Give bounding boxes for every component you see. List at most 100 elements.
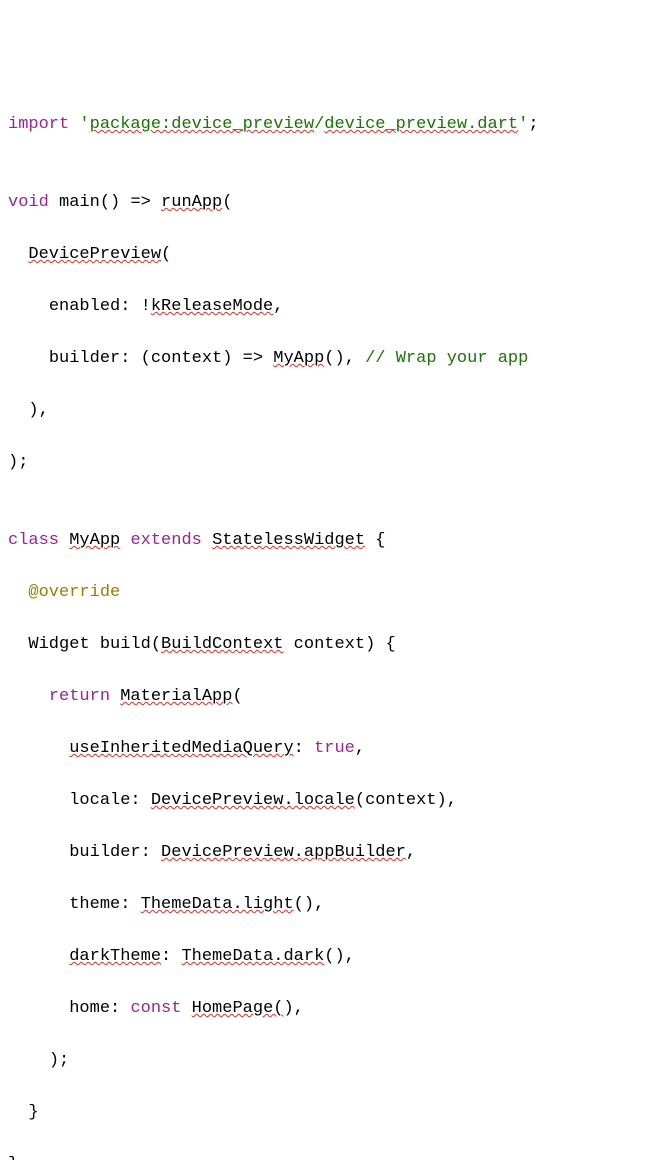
space	[69, 115, 79, 134]
keyword-import: import	[8, 115, 69, 134]
indent	[8, 401, 28, 420]
identifier-devicepreview: DevicePreview	[28, 245, 161, 264]
close-paren: ),	[28, 401, 48, 420]
parens: ()	[100, 193, 120, 212]
space	[202, 531, 212, 550]
space	[49, 193, 59, 212]
code-line-20: );	[8, 1048, 661, 1074]
comment: // Wrap your app	[365, 349, 528, 368]
keyword-void: void	[8, 193, 49, 212]
code-line-6: builder: (context) => MyApp(), // Wrap y…	[8, 346, 661, 372]
indent	[8, 947, 69, 966]
code-block: import 'package:device_preview/device_pr…	[8, 112, 661, 1160]
indent	[8, 245, 28, 264]
param-context: context)	[294, 635, 376, 654]
identifier-myapp: MyApp	[69, 531, 120, 550]
indent	[8, 895, 69, 914]
space	[365, 531, 375, 550]
keyword-extends: extends	[130, 531, 201, 550]
identifier-devicepreview-appbuilder: DevicePreview.appBuilder	[161, 843, 406, 862]
brace-close: }	[8, 1155, 18, 1160]
param-enabled: enabled:	[49, 297, 131, 316]
identifier-runapp: runApp	[161, 193, 222, 212]
indent	[8, 1103, 28, 1122]
annotation-override: @override	[28, 583, 120, 602]
code-line-1: import 'package:device_preview/device_pr…	[8, 112, 661, 138]
code-line-16: builder: DevicePreview.appBuilder,	[8, 840, 661, 866]
brace-open: {	[386, 635, 396, 654]
indent	[8, 999, 69, 1018]
bang: !	[141, 297, 151, 316]
identifier-themedata-light: ThemeData.light	[141, 895, 294, 914]
space	[59, 531, 69, 550]
param-builder: builder:	[49, 349, 131, 368]
code-line-13: return MaterialApp(	[8, 684, 661, 710]
identifier-main: main	[59, 193, 100, 212]
code-line-5: enabled: !kReleaseMode,	[8, 294, 661, 320]
brace-close: }	[28, 1103, 38, 1122]
brace-open: {	[375, 531, 385, 550]
code-line-12: Widget build(BuildContext context) {	[8, 632, 661, 658]
space	[120, 999, 130, 1018]
type-buildcontext: BuildContext	[161, 635, 283, 654]
code-line-22: }	[8, 1152, 661, 1160]
space	[304, 739, 314, 758]
space	[90, 635, 100, 654]
code-line-19: home: const HomePage(),	[8, 996, 661, 1022]
call: (context),	[355, 791, 457, 810]
close: ),	[283, 999, 303, 1018]
indent	[8, 687, 49, 706]
indent	[8, 843, 69, 862]
code-line-8: );	[8, 450, 661, 476]
code-line-18: darkTheme: ThemeData.dark(),	[8, 944, 661, 970]
indent	[8, 349, 49, 368]
open-paren: (	[222, 193, 232, 212]
comma: ,	[406, 843, 416, 862]
space	[232, 349, 242, 368]
code-line-4: DevicePreview(	[8, 242, 661, 268]
param-darktheme: darkTheme	[69, 947, 161, 966]
space	[130, 349, 140, 368]
space	[181, 999, 191, 1018]
indent	[8, 1051, 49, 1070]
call: (),	[324, 947, 355, 966]
keyword-return: return	[49, 687, 110, 706]
space	[141, 791, 151, 810]
identifier-themedata-dark: ThemeData.dark	[181, 947, 324, 966]
space	[171, 947, 181, 966]
param-builder: builder:	[69, 843, 151, 862]
code-line-7: ),	[8, 398, 661, 424]
literal-true: true	[314, 739, 355, 758]
code-line-17: theme: ThemeData.light(),	[8, 892, 661, 918]
string-slash: /	[314, 115, 324, 134]
string-quote: '	[79, 115, 89, 134]
space	[355, 349, 365, 368]
space	[110, 687, 120, 706]
arrow: =>	[243, 349, 263, 368]
space	[151, 843, 161, 862]
call: (),	[294, 895, 325, 914]
string-package-part2: device_preview.dart	[324, 115, 518, 134]
arrow: =>	[130, 193, 150, 212]
space	[151, 193, 161, 212]
code-line-14: useInheritedMediaQuery: true,	[8, 736, 661, 762]
code-line-3: void main() => runApp(	[8, 190, 661, 216]
indent	[8, 297, 49, 316]
identifier-homepage: HomePage(	[192, 999, 284, 1018]
indent	[8, 583, 28, 602]
space	[120, 193, 130, 212]
keyword-const: const	[130, 999, 181, 1018]
space	[283, 635, 293, 654]
method-build: build(	[100, 635, 161, 654]
string-quote: '	[518, 115, 528, 134]
call-comma: (),	[324, 349, 355, 368]
space	[120, 531, 130, 550]
comma: ,	[273, 297, 283, 316]
close-paren-semi: );	[8, 453, 28, 472]
code-line-11: @override	[8, 580, 661, 606]
comma: ,	[355, 739, 365, 758]
space	[130, 895, 140, 914]
type-widget: Widget	[28, 635, 89, 654]
code-line-10: class MyApp extends StatelessWidget {	[8, 528, 661, 554]
space	[263, 349, 273, 368]
